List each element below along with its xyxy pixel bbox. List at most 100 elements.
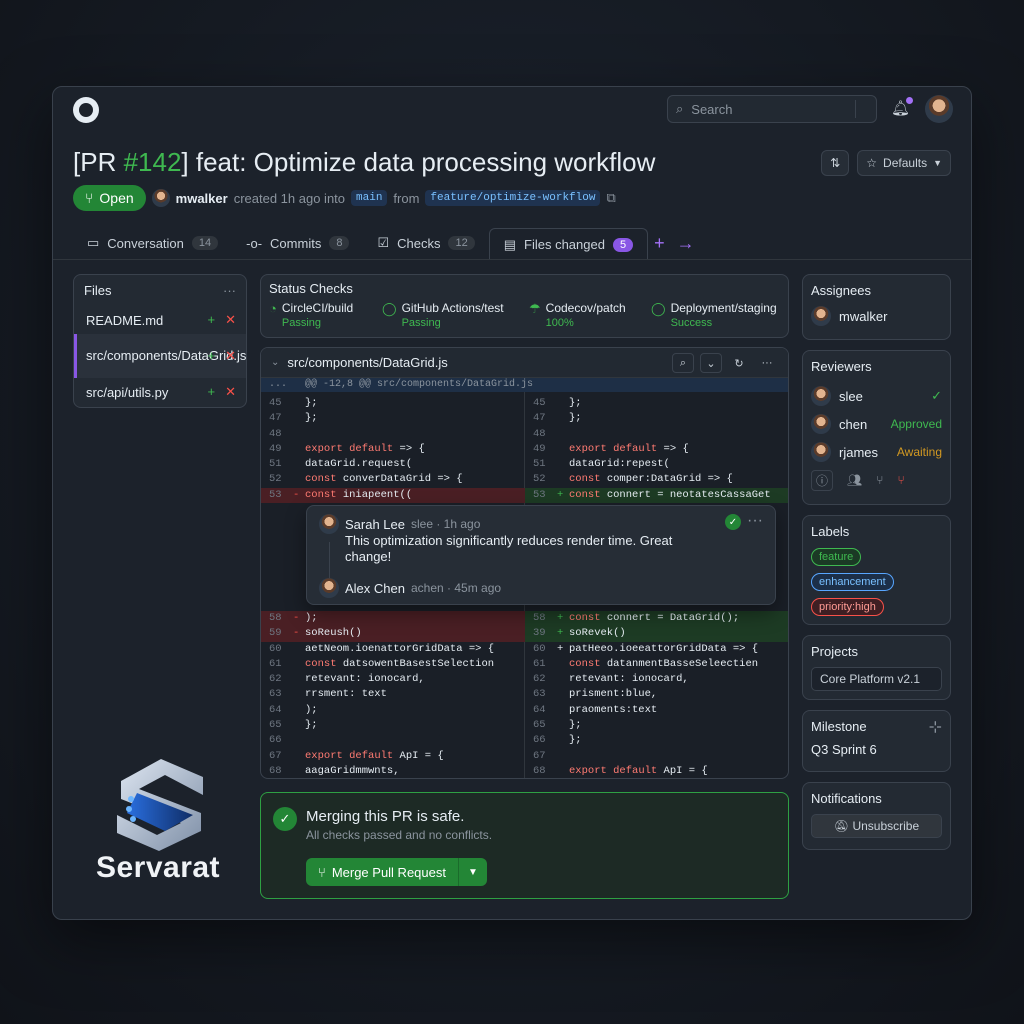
code-line: 61 const datanmentBasseSeleectien bbox=[533, 657, 759, 670]
code-line: 63 rrsment: text bbox=[269, 688, 387, 701]
file-item[interactable]: src/api/utils.py + ✕ bbox=[74, 378, 246, 406]
code-line: 58- ); bbox=[261, 611, 525, 627]
file-diff-icon: ▤ bbox=[503, 236, 517, 252]
tab-checks[interactable]: ☑ Checks 12 bbox=[363, 227, 488, 259]
file-item[interactable]: src/components/DataGrid.js + ✕ bbox=[74, 334, 246, 378]
github-logo-icon[interactable] bbox=[73, 97, 99, 123]
merge-dropdown-button[interactable]: ▼ bbox=[459, 858, 487, 886]
base-branch[interactable]: main bbox=[351, 190, 388, 206]
code-line: 66 }; bbox=[533, 734, 582, 747]
code-line: 60 + patHeeo.ioeeattorGridData => { bbox=[533, 642, 759, 655]
code-line: 45 }; bbox=[533, 397, 582, 409]
search-input[interactable]: ⌕ Search bbox=[667, 95, 877, 123]
code-line: 47 }; bbox=[533, 412, 582, 425]
projects-title: Projects bbox=[811, 644, 858, 659]
arrow-right-icon[interactable]: → bbox=[671, 233, 701, 254]
user-avatar[interactable] bbox=[925, 95, 953, 123]
merge-box: ✓ Merging this PR is safe. All checks pa… bbox=[260, 792, 789, 899]
assignees-title: Assignees bbox=[811, 283, 871, 298]
merge-button[interactable]: ⑂ Merge Pull Request bbox=[306, 858, 459, 886]
plus-icon[interactable]: + bbox=[208, 312, 216, 328]
info-icon[interactable]: ⓘ bbox=[811, 469, 834, 491]
label-priority-high[interactable]: priority:high bbox=[811, 598, 884, 616]
spinner-icon: ◔ bbox=[269, 301, 277, 316]
plus-icon[interactable]: + bbox=[208, 384, 216, 400]
reviewers-panel: Reviewers slee ✓ chen Approved rjames Await… bbox=[802, 350, 951, 505]
code-line: 51 dataGrid.request( bbox=[269, 458, 413, 471]
close-icon[interactable]: ✕ bbox=[225, 312, 236, 328]
tab-conversation[interactable]: ▭ Conversation 14 bbox=[73, 227, 232, 259]
code-line: 65 }; bbox=[533, 719, 582, 732]
label-enhancement[interactable]: enhancement bbox=[811, 573, 894, 591]
check-circle-icon: ◯ bbox=[651, 301, 666, 316]
check-item[interactable]: ◔ CircleCI/build Passing bbox=[269, 301, 353, 329]
chevron-down-icon[interactable]: ⌄ bbox=[700, 353, 722, 373]
label-feature[interactable]: feature bbox=[811, 548, 862, 566]
code-line: 45 }; bbox=[269, 397, 318, 409]
pull-request-icon[interactable]: ⑂ bbox=[876, 473, 883, 487]
check-circle-icon: ◯ bbox=[382, 301, 397, 316]
more-icon[interactable]: ··· bbox=[756, 353, 778, 373]
refresh-icon[interactable]: ↻ bbox=[728, 353, 750, 373]
reviewer-item[interactable]: chen Approved bbox=[811, 410, 942, 438]
assignees-panel: Assignees mwalker bbox=[802, 274, 951, 340]
author-link[interactable]: mwalker bbox=[176, 191, 228, 206]
close-icon[interactable]: ✕ bbox=[225, 348, 236, 364]
tab-commits[interactable]: -o- Commits 8 bbox=[232, 227, 363, 259]
file-item[interactable]: README.md + ✕ bbox=[74, 306, 246, 334]
milestone-panel: Milestone ⊹ Q3 Sprint 6 bbox=[802, 710, 951, 772]
milestone-icon[interactable]: ⊹ bbox=[929, 717, 942, 737]
code-line: 53 + const connert = neotatesCassaGet bbox=[525, 487, 788, 504]
left-pane-bottom: 58- ); 59- soReush() 60 aetNeom.ioenattorG… bbox=[261, 611, 525, 778]
defaults-button[interactable]: ☆ Defaults ▼ bbox=[857, 150, 951, 176]
check-item[interactable]: ◯ GitHub Actions/test Passing bbox=[382, 301, 504, 329]
chevron-down-icon[interactable]: ⌄ bbox=[271, 357, 279, 368]
more-icon[interactable]: ··· bbox=[747, 512, 763, 530]
notifications-bell-icon[interactable]: 🔔︎ bbox=[891, 97, 913, 119]
copy-icon[interactable]: ⧉ bbox=[606, 190, 615, 206]
tab-files-changed[interactable]: ▤ Files changed 5 bbox=[488, 228, 649, 260]
head-branch[interactable]: feature/optimize-workflow bbox=[425, 190, 601, 206]
close-icon[interactable]: ✕ bbox=[225, 384, 236, 400]
code-line: 47 }; bbox=[269, 412, 318, 425]
checklist-icon: ☑ bbox=[377, 235, 390, 250]
people-icon[interactable]: 👥︎ bbox=[847, 473, 862, 487]
compare-icon: ⇅ bbox=[830, 156, 841, 170]
status-title: Status Checks bbox=[269, 281, 353, 296]
review-comment: Sarah Lee slee · 1h ago ✓ ··· This optimi… bbox=[306, 505, 776, 605]
search-icon[interactable]: ⌕ bbox=[672, 353, 694, 373]
code-line: 48 bbox=[269, 427, 282, 440]
left-pane-top: 45 }; 47 }; 48 49 export default => {51 dat… bbox=[261, 396, 525, 504]
compare-button[interactable]: ⇅ bbox=[821, 150, 850, 176]
diff-filename: src/components/DataGrid.js bbox=[287, 355, 448, 370]
check-icon[interactable]: ✓ bbox=[725, 514, 741, 530]
reviewer-item[interactable]: slee ✓ bbox=[811, 382, 942, 410]
projects-panel: Projects Core Platform v2.1 bbox=[802, 635, 951, 700]
code-line: 62 retevant: ionocard, bbox=[269, 673, 425, 686]
comment-author[interactable]: Sarah Lee bbox=[345, 517, 405, 532]
add-tab-icon[interactable]: + bbox=[648, 233, 671, 254]
commit-icon: -o- bbox=[246, 235, 263, 251]
pr-meta: ⑂ Open mwalker created 1h ago into main f… bbox=[73, 185, 616, 211]
assignee-name[interactable]: mwalker bbox=[839, 309, 887, 324]
check-item[interactable]: ☂ Codecov/patch 100% bbox=[529, 301, 626, 329]
brand-name: Servarat bbox=[95, 851, 221, 884]
comment-icon: ▭ bbox=[87, 235, 100, 250]
code-line: 39 + soRevek() bbox=[525, 626, 788, 642]
check-item[interactable]: ◯ Deployment/staging Success bbox=[651, 301, 777, 329]
code-line: 60 aetNeom.ioenattorGridData => { bbox=[269, 642, 495, 655]
more-icon[interactable]: ··· bbox=[223, 283, 236, 298]
created-text: created 1h ago into bbox=[233, 190, 346, 206]
project-item[interactable]: Core Platform v2.1 bbox=[811, 667, 942, 691]
reply-author[interactable]: Alex Chen bbox=[345, 581, 405, 596]
code-line: 68 export default ApI = { bbox=[533, 764, 708, 777]
unsubscribe-button[interactable]: 🔕︎ Unsubscribe bbox=[811, 814, 942, 838]
code-line: 51 dataGrid:repest( bbox=[533, 458, 670, 471]
notifications-title: Notifications bbox=[811, 791, 882, 806]
plus-icon[interactable]: + bbox=[208, 348, 216, 364]
pull-request-closed-icon[interactable]: ⑂ bbox=[897, 473, 904, 487]
comment-body: This optimization significantly reduces … bbox=[345, 533, 673, 564]
merge-icon: ⑂ bbox=[318, 864, 326, 880]
milestone-value[interactable]: Q3 Sprint 6 bbox=[811, 742, 942, 757]
reviewer-item[interactable]: rjames Awaiting bbox=[811, 438, 942, 466]
